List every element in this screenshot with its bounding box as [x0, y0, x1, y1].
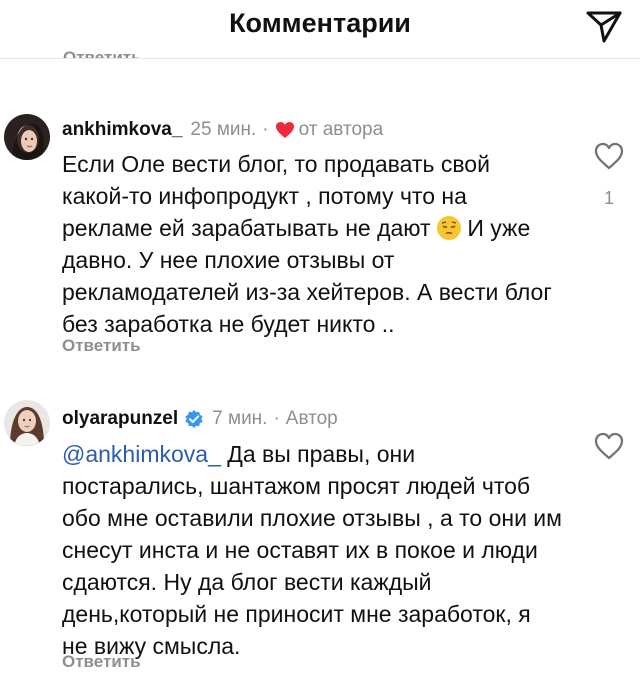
author-liked-tag: от автора	[298, 119, 384, 140]
comment-time: 7 мин.	[212, 408, 268, 429]
comment-time: 25 мин.	[190, 119, 257, 140]
comment-username[interactable]: ankhimkova_	[62, 119, 182, 141]
comment-username[interactable]: olyarapunzel	[62, 408, 178, 430]
previous-reply-button[interactable]: Ответить	[63, 48, 142, 58]
comment-text-part: Да вы правы, они постарались, шантажом п…	[62, 441, 562, 659]
heart-outline-icon[interactable]	[594, 432, 624, 460]
mention-link[interactable]: @ankhimkova_	[62, 441, 221, 467]
separator-dot: ·	[273, 408, 280, 429]
reply-button[interactable]: Ответить	[62, 652, 141, 672]
verified-badge-icon	[185, 410, 203, 428]
reply-button[interactable]: Ответить	[62, 336, 141, 356]
send-icon[interactable]	[584, 6, 624, 46]
header: Ответить Комментарии	[0, 0, 640, 59]
comment-meta: olyarapunzel 7 мин. · Автор	[62, 408, 338, 430]
avatar[interactable]	[4, 114, 50, 160]
avatar[interactable]	[4, 400, 50, 446]
comment-text-part: Если Оле вести блог, то продавать свой к…	[62, 151, 490, 241]
page-title: Комментарии	[229, 8, 411, 38]
heart-outline-icon[interactable]	[594, 142, 624, 170]
separator-dot: ·	[262, 119, 269, 140]
pensive-face-emoji	[436, 216, 461, 240]
author-tag: Автор	[285, 408, 338, 429]
like-count: 1	[603, 188, 614, 208]
heart-icon	[275, 122, 294, 138]
comment-meta: ankhimkova_ 25 мин. · от автора	[62, 119, 383, 141]
comment-text: Если Оле вести блог, то продавать свой к…	[62, 148, 562, 340]
comment-text: @ankhimkova_ Да вы правы, они постаралис…	[62, 438, 562, 662]
